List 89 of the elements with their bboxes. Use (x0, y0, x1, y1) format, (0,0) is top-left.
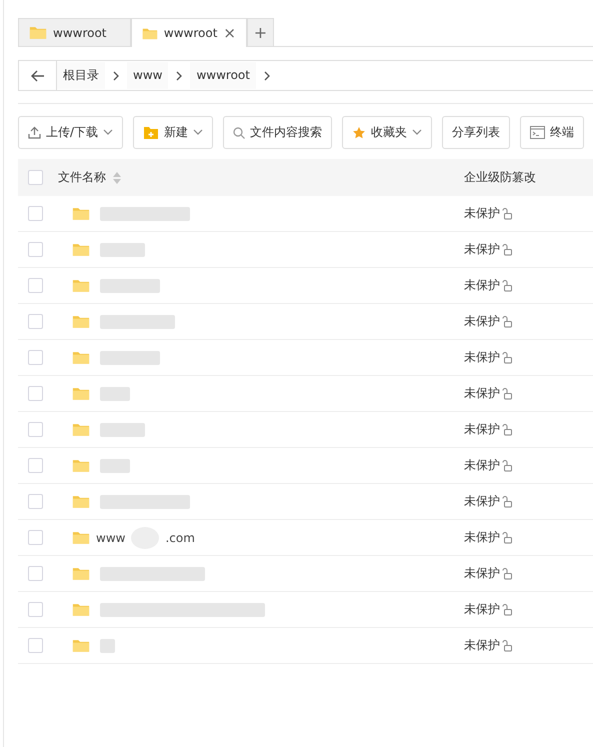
folder-icon (72, 530, 90, 545)
protection-status: 未保护 (464, 205, 500, 222)
unlocked-icon (501, 280, 513, 292)
folder-icon (72, 242, 90, 257)
breadcrumb-item[interactable]: 根目录 (57, 62, 105, 89)
row-checkbox[interactable] (28, 638, 43, 653)
folder-icon (72, 350, 90, 365)
file-name-start[interactable]: www (96, 530, 126, 544)
protection-status: 未保护 (464, 601, 500, 618)
protection-status: 未保护 (464, 421, 500, 438)
unlocked-icon (501, 424, 513, 436)
row-checkbox[interactable] (28, 314, 43, 329)
select-all-checkbox[interactable] (28, 170, 43, 185)
folder-icon (72, 638, 90, 653)
redacted-name (100, 422, 145, 436)
row-checkbox[interactable] (28, 530, 43, 545)
protection-status: 未保护 (464, 241, 500, 258)
redacted-name (100, 278, 160, 292)
redacted-name (100, 350, 160, 364)
folder-icon (72, 386, 90, 401)
protection-status: 未保护 (464, 457, 500, 474)
unlocked-icon (501, 352, 513, 364)
folder-icon (72, 278, 90, 293)
folder-icon (142, 26, 158, 40)
folder-tab[interactable]: wwwroot (18, 18, 131, 46)
unlocked-icon (501, 640, 513, 652)
toolbar-button[interactable]: 分享列表 (442, 116, 510, 149)
redacted-name (100, 638, 115, 652)
column-header[interactable]: 文件名称 (58, 169, 106, 186)
unlocked-icon (501, 460, 513, 472)
redacted-name (100, 242, 145, 256)
protection-status: 未保护 (464, 277, 500, 294)
close-icon[interactable]: × (223, 24, 236, 42)
chevron-icon (176, 70, 182, 80)
row-checkbox[interactable] (28, 350, 43, 365)
protection-status: 未保护 (464, 529, 500, 546)
folder-icon (72, 422, 90, 437)
unlocked-icon (501, 496, 513, 508)
upload-icon (28, 126, 41, 139)
row-checkbox[interactable] (28, 206, 43, 221)
star-icon (352, 126, 366, 140)
row-checkbox[interactable] (28, 386, 43, 401)
toolbar-button[interactable]: 文件内容搜索 (223, 116, 332, 149)
toolbar-button[interactable]: 新建 (133, 116, 214, 149)
folder-tab[interactable]: wwwroot × (131, 18, 247, 47)
row-checkbox[interactable] (28, 458, 43, 473)
folder-icon (29, 25, 47, 40)
unlocked-icon (501, 568, 513, 580)
terminal-icon (530, 126, 546, 139)
folder-icon (72, 494, 90, 509)
protection-status: 未保护 (464, 313, 500, 330)
toolbar-button[interactable]: 终端 (520, 116, 584, 149)
redacted-name (100, 386, 130, 400)
row-checkbox[interactable] (28, 494, 43, 509)
folder-icon (72, 566, 90, 581)
sort-icon[interactable] (112, 170, 122, 184)
unlocked-icon (501, 316, 513, 328)
new-tab-button[interactable]: + (247, 18, 274, 46)
folder-icon (72, 314, 90, 329)
breadcrumb-item[interactable]: wwwroot (190, 62, 256, 89)
row-checkbox[interactable] (28, 602, 43, 617)
chevron-icon (264, 70, 270, 80)
row-checkbox[interactable] (28, 566, 43, 581)
redacted-name (100, 458, 130, 472)
protection-status: 未保护 (464, 637, 500, 654)
protection-status: 未保护 (464, 493, 500, 510)
column-header: 企业级防篡改 (464, 169, 536, 186)
unlocked-icon (501, 532, 513, 544)
folder-icon (72, 458, 90, 473)
row-checkbox[interactable] (28, 242, 43, 257)
breadcrumb-item[interactable]: www (127, 62, 168, 89)
toolbar-button[interactable]: 收藏夹 (342, 116, 432, 149)
unlocked-icon (501, 208, 513, 220)
protection-status: 未保护 (464, 349, 500, 366)
back-arrow-icon (30, 70, 44, 82)
row-checkbox[interactable] (28, 278, 43, 293)
protection-status: 未保护 (464, 385, 500, 402)
new-folder-icon (143, 126, 160, 140)
folder-icon (72, 206, 90, 221)
file-name-end[interactable]: .com (165, 530, 195, 544)
toolbar-button[interactable]: 上传/下载 (18, 116, 124, 149)
unlocked-icon (501, 244, 513, 256)
unlocked-icon (501, 604, 513, 616)
folder-icon (72, 602, 90, 617)
unlocked-icon (501, 388, 513, 400)
row-checkbox[interactable] (28, 422, 43, 437)
search-icon (233, 126, 246, 138)
chevron-icon (113, 70, 119, 80)
protection-status: 未保护 (464, 565, 500, 582)
